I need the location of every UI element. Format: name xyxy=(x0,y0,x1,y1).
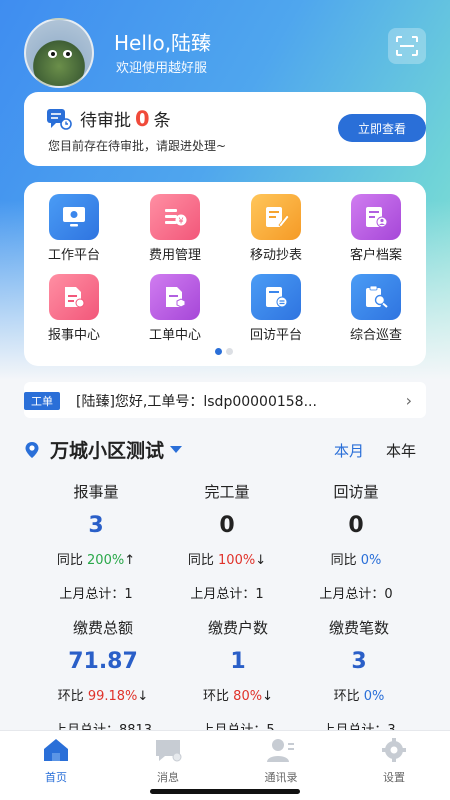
stat-value: 71.87 xyxy=(68,649,138,674)
gear-icon xyxy=(382,738,406,762)
stat-value: 1 xyxy=(230,649,246,674)
tab-contacts[interactable]: 通讯录 xyxy=(251,737,311,785)
menu-item-work-order-center[interactable]: 工单中心 xyxy=(130,274,220,343)
stat-compare: 同比 200%↑ xyxy=(56,553,136,568)
stat-report-count[interactable]: 报事量 3 同比 200%↑ 上月总计：1 xyxy=(31,481,161,602)
tab-settings[interactable]: 设置 xyxy=(364,737,424,785)
menu-label: 工单中心 xyxy=(148,328,201,343)
menu-item-mobile-meter[interactable]: 移动抄表 xyxy=(231,194,321,263)
menu-item-customer-file[interactable]: 客户档案 xyxy=(331,194,421,263)
scan-button[interactable] xyxy=(388,28,426,64)
stat-payment-count[interactable]: 缴费笔数 3 环比 0% 上月总计：3 xyxy=(294,617,424,738)
menu-label: 报事中心 xyxy=(47,328,100,343)
approval-description: 您目前存在待审批，请跟进处理~ xyxy=(48,139,227,153)
menu-item-report-center[interactable]: 报事中心 xyxy=(29,274,119,343)
report-icon xyxy=(49,274,99,320)
tab-messages[interactable]: 消息 xyxy=(138,737,198,785)
home-icon xyxy=(44,739,68,761)
stat-label: 完工量 xyxy=(204,483,250,501)
tab-label: 设置 xyxy=(383,771,405,784)
desktop-icon xyxy=(49,194,99,240)
menu-item-revisit-platform[interactable]: 回访平台 xyxy=(231,274,321,343)
stat-last-month: 上月总计：0 xyxy=(319,587,393,602)
approval-title-row: 待审批 0 条 xyxy=(46,106,171,131)
inspection-icon xyxy=(351,274,401,320)
stat-compare: 环比 80%↓ xyxy=(203,689,273,704)
chevron-right-icon: › xyxy=(405,391,412,410)
menu-label: 移动抄表 xyxy=(249,248,302,263)
menu-label: 工作平台 xyxy=(47,248,100,263)
page-indicator xyxy=(215,348,233,355)
approval-suffix: 条 xyxy=(153,111,171,131)
stat-value: 3 xyxy=(351,649,367,674)
menu-label: 费用管理 xyxy=(148,248,201,263)
stat-compare: 环比 0% xyxy=(333,689,385,704)
stat-label: 回访量 xyxy=(333,483,379,501)
page-dot[interactable] xyxy=(226,348,233,355)
fee-icon: ¥ xyxy=(150,194,200,240)
stat-label: 缴费笔数 xyxy=(328,619,389,637)
home-indicator xyxy=(150,789,300,794)
avatar-eyes xyxy=(48,50,74,58)
menu-item-work-platform[interactable]: 工作平台 xyxy=(29,194,119,263)
message-icon xyxy=(156,740,182,762)
stat-label: 缴费总额 xyxy=(72,619,133,637)
stat-value: 0 xyxy=(219,513,235,538)
period-month-tab[interactable]: 本月 xyxy=(334,440,364,461)
notice-tag: 工单 xyxy=(24,392,60,410)
approval-prefix: 待审批 xyxy=(80,111,131,131)
stat-label: 缴费户数 xyxy=(207,619,268,637)
approval-card: 待审批 0 条 您目前存在待审批，请跟进处理~ 立即查看 xyxy=(24,92,426,166)
work-order-notice[interactable]: 工单 [陆臻]您好,工单号：lsdp00000158... › xyxy=(24,382,426,418)
stat-last-month: 上月总计：1 xyxy=(59,587,133,602)
notice-message: [陆臻]您好,工单号：lsdp00000158... xyxy=(76,394,317,410)
feature-grid: 工作平台 ¥ 费用管理 移动抄表 客户档案 报事中心 工单中心 回访平台 综合巡… xyxy=(24,182,426,366)
greeting: Hello,陆臻 xyxy=(114,31,212,55)
caret-down-icon xyxy=(170,446,183,453)
approval-bell-icon xyxy=(47,108,72,130)
svg-text:¥: ¥ xyxy=(178,217,183,226)
menu-item-comprehensive-inspection[interactable]: 综合巡查 xyxy=(331,274,421,343)
customer-file-icon xyxy=(351,194,401,240)
community-name: 万城小区测试 xyxy=(50,440,165,462)
tab-home[interactable]: 首页 xyxy=(26,737,86,785)
stat-compare: 同比 0% xyxy=(330,553,382,568)
stat-label: 报事量 xyxy=(73,483,119,501)
menu-label: 回访平台 xyxy=(249,328,302,343)
stat-payment-households[interactable]: 缴费户数 1 环比 80%↓ 上月总计：5 xyxy=(173,617,303,738)
revisit-icon xyxy=(251,274,301,320)
stat-payment-total[interactable]: 缴费总额 71.87 环比 99.18%↓ 上月总计：8813 xyxy=(38,617,168,738)
location-pin-icon xyxy=(25,441,39,458)
tab-label: 通讯录 xyxy=(264,771,298,784)
tab-label: 消息 xyxy=(157,771,179,784)
stat-compare: 环比 99.18%↓ xyxy=(57,689,149,704)
stat-completed-count[interactable]: 完工量 0 同比 100%↓ 上月总计：1 xyxy=(162,481,292,602)
scan-icon xyxy=(396,36,418,56)
menu-label: 综合巡查 xyxy=(349,328,402,343)
stat-revisit-count[interactable]: 回访量 0 同比 0% 上月总计：0 xyxy=(291,481,421,602)
approval-count: 0 xyxy=(135,106,150,131)
tab-label: 首页 xyxy=(45,771,67,784)
menu-label: 客户档案 xyxy=(349,248,402,263)
avatar[interactable] xyxy=(24,18,94,88)
page-dot-active[interactable] xyxy=(215,348,222,355)
stat-compare: 同比 100%↓ xyxy=(187,553,267,568)
stat-last-month: 上月总计：1 xyxy=(190,587,264,602)
view-now-button[interactable]: 立即查看 xyxy=(338,114,426,142)
contacts-icon xyxy=(267,739,294,762)
menu-item-fee-management[interactable]: ¥ 费用管理 xyxy=(130,194,220,263)
stat-value: 3 xyxy=(88,513,104,538)
period-year-tab[interactable]: 本年 xyxy=(386,440,416,461)
work-order-icon xyxy=(150,274,200,320)
meter-edit-icon xyxy=(251,194,301,240)
stat-value: 0 xyxy=(348,513,364,538)
community-selector[interactable]: 万城小区测试 xyxy=(24,436,183,463)
welcome-text: 欢迎使用越好服 xyxy=(116,61,208,76)
